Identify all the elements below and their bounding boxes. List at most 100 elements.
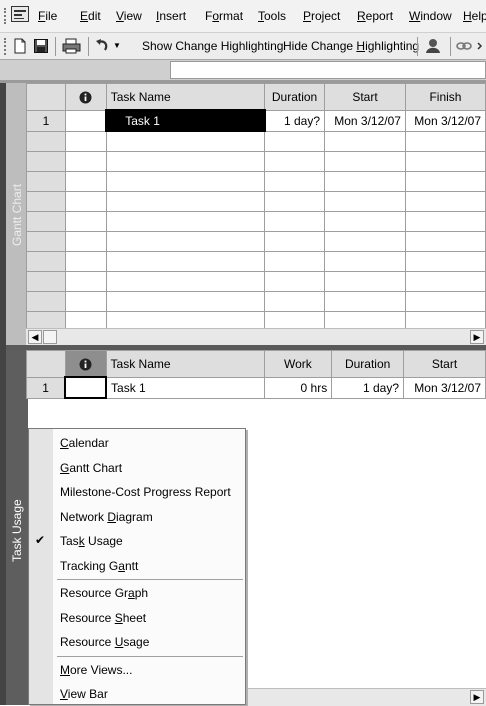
row-id[interactable]: 1 xyxy=(26,109,66,132)
empty-table-row[interactable] xyxy=(26,291,486,312)
menu-item-resource-graph[interactable]: Resource Graph xyxy=(29,581,245,605)
empty-cell[interactable] xyxy=(64,271,107,292)
empty-cell[interactable] xyxy=(264,211,326,232)
empty-cell[interactable] xyxy=(324,171,406,192)
duration-column-header[interactable]: Duration xyxy=(331,350,405,378)
empty-table-row[interactable] xyxy=(26,271,486,292)
menu-item-resource-usage[interactable]: Resource Usage xyxy=(29,630,245,654)
empty-cell[interactable] xyxy=(105,191,266,212)
empty-cell[interactable] xyxy=(105,130,266,152)
toolbar-overflow-icon[interactable] xyxy=(477,38,486,54)
empty-cell[interactable] xyxy=(264,151,326,172)
menu-item-tracking-gantt[interactable]: Tracking Gantt xyxy=(29,554,245,578)
menu-view[interactable]: View xyxy=(116,9,142,23)
empty-cell[interactable] xyxy=(324,231,406,252)
menu-item-calendar[interactable]: Calendar xyxy=(29,431,245,455)
empty-cell[interactable] xyxy=(324,251,406,272)
new-document-icon[interactable] xyxy=(12,38,28,54)
gantt-horizontal-scrollbar[interactable]: ◀ ▶ xyxy=(26,328,486,346)
scroll-left-icon[interactable]: ◀ xyxy=(28,330,42,344)
empty-cell[interactable] xyxy=(64,191,107,212)
start-column-header[interactable]: Start xyxy=(324,83,406,111)
finish-column-header[interactable]: Finish xyxy=(404,83,486,111)
start-cell[interactable]: Mon 3/12/07 xyxy=(324,109,406,132)
menu-item-resource-sheet[interactable]: Resource Sheet xyxy=(29,606,245,630)
menu-item-network-diagram[interactable]: Network Diagram xyxy=(29,505,245,529)
empty-cell[interactable] xyxy=(324,211,406,232)
empty-cell[interactable] xyxy=(264,171,326,192)
indicators-column-header[interactable] xyxy=(64,350,107,378)
menu-item-gantt-chart[interactable]: Gantt Chart xyxy=(29,456,245,480)
scroll-right-icon[interactable]: ▶ xyxy=(470,330,484,344)
indicators-column-header[interactable] xyxy=(64,83,107,111)
menu-insert[interactable]: Insert xyxy=(156,9,186,23)
empty-cell[interactable] xyxy=(404,251,486,272)
start-column-header[interactable]: Start xyxy=(403,350,486,378)
empty-cell[interactable] xyxy=(105,251,266,272)
select-all-corner[interactable] xyxy=(26,350,66,378)
row-id[interactable] xyxy=(26,211,66,232)
empty-table-row[interactable] xyxy=(26,231,486,252)
menu-help[interactable]: Help xyxy=(463,9,486,23)
gantt-chart-view-bar[interactable]: Gantt Chart xyxy=(6,83,26,345)
task-name-cell-selected[interactable]: Task 1 xyxy=(105,109,266,132)
table-row[interactable]: 1 Task 1 0 hrs 1 day? Mon 3/12/07 xyxy=(26,376,486,399)
row-id[interactable] xyxy=(26,130,66,152)
empty-cell[interactable] xyxy=(404,271,486,292)
save-icon[interactable] xyxy=(33,38,49,54)
empty-cell[interactable] xyxy=(404,171,486,192)
empty-table-row[interactable] xyxy=(26,211,486,232)
resource-pool-icon[interactable] xyxy=(424,38,444,54)
empty-cell[interactable] xyxy=(324,191,406,212)
empty-table-row[interactable] xyxy=(26,251,486,272)
row-id[interactable] xyxy=(26,231,66,252)
scroll-thumb[interactable] xyxy=(43,330,57,344)
duration-cell[interactable]: 1 day? xyxy=(264,109,326,132)
row-id[interactable] xyxy=(26,291,66,312)
empty-cell[interactable] xyxy=(404,130,486,152)
empty-cell[interactable] xyxy=(324,151,406,172)
menu-window[interactable]: Window xyxy=(409,9,452,23)
empty-table-row[interactable] xyxy=(26,171,486,192)
empty-table-row[interactable] xyxy=(26,191,486,212)
empty-cell[interactable] xyxy=(404,231,486,252)
row-id[interactable] xyxy=(26,171,66,192)
indicator-cell[interactable] xyxy=(64,109,107,132)
empty-cell[interactable] xyxy=(264,231,326,252)
empty-cell[interactable] xyxy=(64,251,107,272)
empty-cell[interactable] xyxy=(64,291,107,312)
start-cell[interactable]: Mon 3/12/07 xyxy=(403,376,486,399)
undo-dropdown-arrow[interactable]: ▼ xyxy=(113,41,121,50)
menu-edit[interactable]: Edit xyxy=(80,9,101,23)
empty-table-row[interactable] xyxy=(26,151,486,172)
empty-cell[interactable] xyxy=(404,191,486,212)
print-icon[interactable] xyxy=(62,38,81,54)
row-id[interactable] xyxy=(26,271,66,292)
menu-item-more-views[interactable]: More Views... xyxy=(29,658,245,682)
menu-format[interactable]: Format xyxy=(205,9,243,23)
empty-cell[interactable] xyxy=(64,151,107,172)
empty-cell[interactable] xyxy=(264,191,326,212)
empty-cell[interactable] xyxy=(404,151,486,172)
link-tasks-icon[interactable] xyxy=(456,38,472,54)
menu-tools[interactable]: Tools xyxy=(258,9,286,23)
empty-cell[interactable] xyxy=(264,271,326,292)
scroll-right-icon[interactable]: ▶ xyxy=(470,690,484,704)
finish-cell[interactable]: Mon 3/12/07 xyxy=(404,109,486,132)
empty-cell[interactable] xyxy=(105,211,266,232)
hide-change-highlighting-button[interactable]: Hide Change Highlighting xyxy=(283,39,419,53)
row-id[interactable] xyxy=(26,151,66,172)
empty-cell[interactable] xyxy=(64,130,107,152)
menu-project[interactable]: Project xyxy=(303,9,340,23)
row-id[interactable] xyxy=(26,191,66,212)
row-id[interactable] xyxy=(26,251,66,272)
empty-cell[interactable] xyxy=(64,171,107,192)
empty-cell[interactable] xyxy=(105,231,266,252)
menu-item-milestone-cost-progress-report[interactable]: Milestone-Cost Progress Report xyxy=(29,480,245,504)
task-usage-view-bar[interactable]: Task Usage xyxy=(6,350,28,705)
row-id[interactable]: 1 xyxy=(26,376,66,399)
task-name-column-header[interactable]: Task Name xyxy=(105,83,266,111)
task-name-cell[interactable]: Task 1 xyxy=(105,376,265,399)
show-change-highlighting-button[interactable]: Show Change Highlighting xyxy=(142,39,283,53)
empty-cell[interactable] xyxy=(64,211,107,232)
